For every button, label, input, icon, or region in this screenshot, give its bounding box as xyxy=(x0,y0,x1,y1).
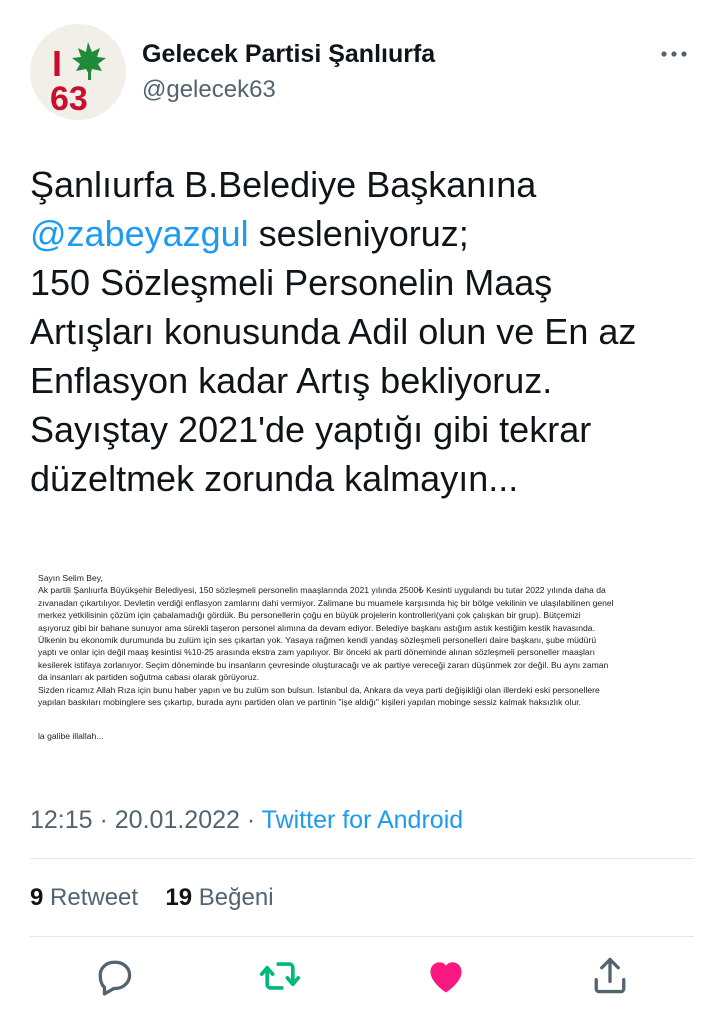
doc-spacer xyxy=(38,708,688,730)
tweet-date[interactable]: 20.01.2022 xyxy=(115,806,240,834)
tweet-line: Sayıştay 2021'de yaptığı gibi tekrar xyxy=(30,409,592,450)
doc-line: yapılan baskıları mobinglere ses çıkartı… xyxy=(38,697,582,708)
tweet-source-link[interactable]: Twitter for Android xyxy=(262,806,463,834)
like-label: Beğeni xyxy=(192,884,274,911)
meta-separator: · xyxy=(239,806,262,834)
svg-text:I: I xyxy=(52,43,62,84)
tweet-header: I 63 Gelecek Partisi Şanlıurfa @gelecek6… xyxy=(30,24,694,124)
tweet-meta: 12:15 · 20.01.2022 · Twitter for Android xyxy=(30,806,463,835)
tweet-line: Enflasyon kadar Artış bekliyoruz. xyxy=(30,360,553,401)
account-handle[interactable]: @gelecek63 xyxy=(142,76,276,104)
tweet-text: Şanlıurfa B.Belediye Başkanına @zabeyazg… xyxy=(30,160,698,503)
like-count: 19 xyxy=(165,884,193,911)
doc-line: zıvanadan çıkartılıyor. Devletin verdiği… xyxy=(38,597,614,608)
retweet-label: Retweet xyxy=(43,884,139,911)
doc-line: aşıyoruz gibi bir bahane sunuyor ama sür… xyxy=(38,622,595,633)
doc-closing: la galibe illallah... xyxy=(38,731,104,742)
meta-separator: · xyxy=(92,806,115,834)
doc-line: Sizden ricamız Allah Rıza için bunu habe… xyxy=(38,684,600,695)
tweet-line: Artışları konusunda Adil olun ve En az xyxy=(30,311,637,352)
tweet-line-rest: sesleniyoruz; xyxy=(248,213,469,254)
tweet-line: düzeltmek zorunda kalmayın... xyxy=(30,458,519,499)
doc-line: merkez yetkilisinin çözüm için çabalamad… xyxy=(38,610,581,621)
heart-filled-icon[interactable] xyxy=(424,954,468,998)
tweet-time[interactable]: 12:15 xyxy=(30,806,93,834)
divider xyxy=(30,858,694,859)
action-bar xyxy=(0,954,724,1002)
svg-text:63: 63 xyxy=(50,80,88,118)
doc-line: Ak partili Şanlıurfa Büyükşehir Belediye… xyxy=(38,585,606,596)
attached-image[interactable]: Sayın Selim Bey, Ak partili Şanlıurfa Bü… xyxy=(30,546,696,768)
tweet-stats: 9 Retweet 19 Beğeni xyxy=(30,884,274,912)
reply-icon[interactable] xyxy=(92,954,136,998)
party-logo: I 63 xyxy=(30,24,126,120)
avatar[interactable]: I 63 xyxy=(30,24,126,120)
doc-line: Sayın Selim Bey, xyxy=(38,573,103,583)
doc-line: yaptı ve onlar için değil maaş kesintisi… xyxy=(38,647,595,658)
retweet-icon[interactable] xyxy=(258,954,302,998)
divider xyxy=(30,936,694,937)
share-icon[interactable] xyxy=(588,954,632,998)
document-text: Sayın Selim Bey, Ak partili Şanlıurfa Bü… xyxy=(38,572,688,743)
tweet-line: Şanlıurfa B.Belediye Başkanına xyxy=(30,164,537,205)
doc-line: Ülkenin bu ekonomik durumunda bu zulüm i… xyxy=(38,635,597,646)
tweet-line: 150 Sözleşmeli Personelin Maaş xyxy=(30,262,553,303)
like-count-link[interactable]: 19 Beğeni xyxy=(165,884,273,911)
doc-line: da insanları ak partiden soğutma cabası … xyxy=(38,672,260,683)
doc-line: kesilerek istifaya zorlanıyor. Seçim dön… xyxy=(38,659,609,670)
retweet-count-link[interactable]: 9 Retweet xyxy=(30,884,138,911)
tweet-line: @zabeyazgul sesleniyoruz; xyxy=(30,209,698,258)
account-name[interactable]: Gelecek Partisi Şanlıurfa xyxy=(142,40,435,69)
retweet-count: 9 xyxy=(30,884,44,911)
mention-link[interactable]: @zabeyazgul xyxy=(30,213,249,254)
more-horizontal-icon[interactable] xyxy=(658,42,690,66)
